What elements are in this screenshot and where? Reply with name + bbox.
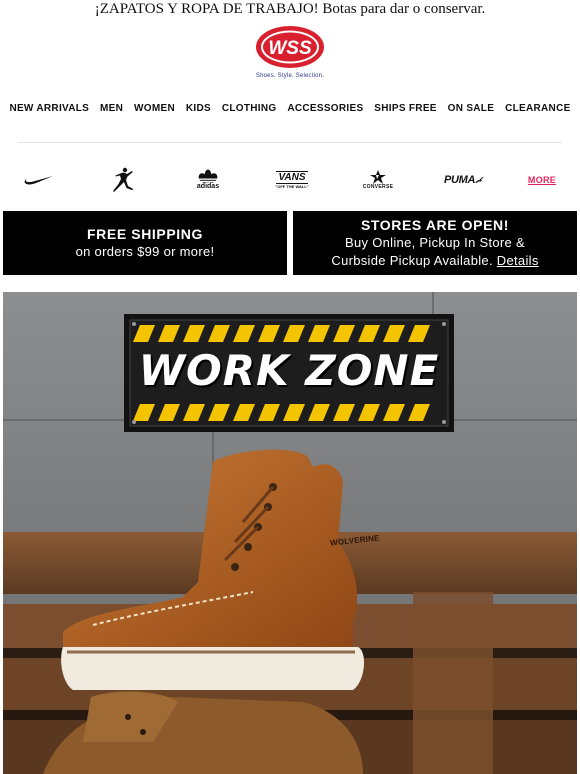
preheader-text: ¡ZAPATOS Y ROPA DE TRABAJO! Botas para d… [94, 1, 486, 17]
wss-logo[interactable]: WSS [0, 24, 580, 75]
stores-open-line1: Buy Online, Pickup In Store & [345, 235, 525, 250]
nav-women[interactable]: WOMEN [134, 103, 175, 114]
logo-text: WSS [268, 38, 312, 59]
vans-wordmark: VANS [276, 170, 308, 184]
puma-cat-icon [475, 176, 484, 183]
brand-nike[interactable] [22, 164, 56, 196]
nav-accessories[interactable]: ACCESSORIES [287, 103, 363, 114]
brand-vans[interactable]: VANS "OFF THE WALL" [272, 164, 312, 196]
brand-bar: adidas VANS "OFF THE WALL" CONVERSE PUMA… [0, 164, 580, 196]
brand-puma[interactable]: PUMA [444, 164, 484, 196]
puma-wordmark: PUMA [444, 174, 476, 186]
logo-tagline: Shoes. Style. Selection. [255, 73, 325, 79]
free-shipping-title: FREE SHIPPING [87, 226, 203, 242]
nav-kids[interactable]: KIDS [186, 103, 211, 114]
nav-clearance[interactable]: CLEARANCE [505, 103, 570, 114]
nav-ships-free[interactable]: SHIPS FREE [374, 103, 436, 114]
nav-clothing[interactable]: CLOTHING [222, 103, 277, 114]
brand-adidas[interactable]: adidas [190, 164, 226, 196]
converse-star-icon [370, 169, 386, 184]
brand-jordan[interactable] [108, 164, 138, 196]
adidas-trefoil-icon [197, 169, 219, 183]
stores-open-banner: STORES ARE OPEN! Buy Online, Pickup In S… [293, 211, 577, 275]
work-zone-headline: WORK ZONE [138, 346, 440, 395]
more-brands-link[interactable]: MORE [528, 175, 556, 185]
free-shipping-subtitle: on orders $99 or more! [75, 244, 215, 259]
details-link[interactable]: Details [497, 253, 539, 268]
nav-new-arrivals[interactable]: NEW ARRIVALS [9, 103, 89, 114]
stores-open-title: STORES ARE OPEN! [360, 217, 510, 233]
converse-wordmark: CONVERSE [362, 183, 394, 190]
vans-tagline: "OFF THE WALL" [275, 183, 309, 189]
main-nav: NEW ARRIVALS MEN WOMEN KIDS CLOTHING ACC… [0, 103, 580, 114]
wss-logo-mark: WSS [256, 26, 324, 68]
adidas-wordmark: adidas [196, 183, 220, 190]
jordan-icon [113, 167, 133, 192]
free-shipping-banner[interactable]: FREE SHIPPING on orders $99 or more! [3, 211, 287, 275]
nav-divider [18, 142, 562, 143]
stores-open-line2: Curbside Pickup Available. Details [293, 252, 577, 270]
brand-more[interactable]: MORE [522, 164, 562, 196]
stores-open-line2-text: Curbside Pickup Available. [331, 253, 493, 268]
nav-on-sale[interactable]: ON SALE [448, 103, 495, 114]
brand-converse[interactable]: CONVERSE [358, 164, 398, 196]
nike-icon [24, 176, 53, 185]
nav-men[interactable]: MEN [100, 103, 123, 114]
